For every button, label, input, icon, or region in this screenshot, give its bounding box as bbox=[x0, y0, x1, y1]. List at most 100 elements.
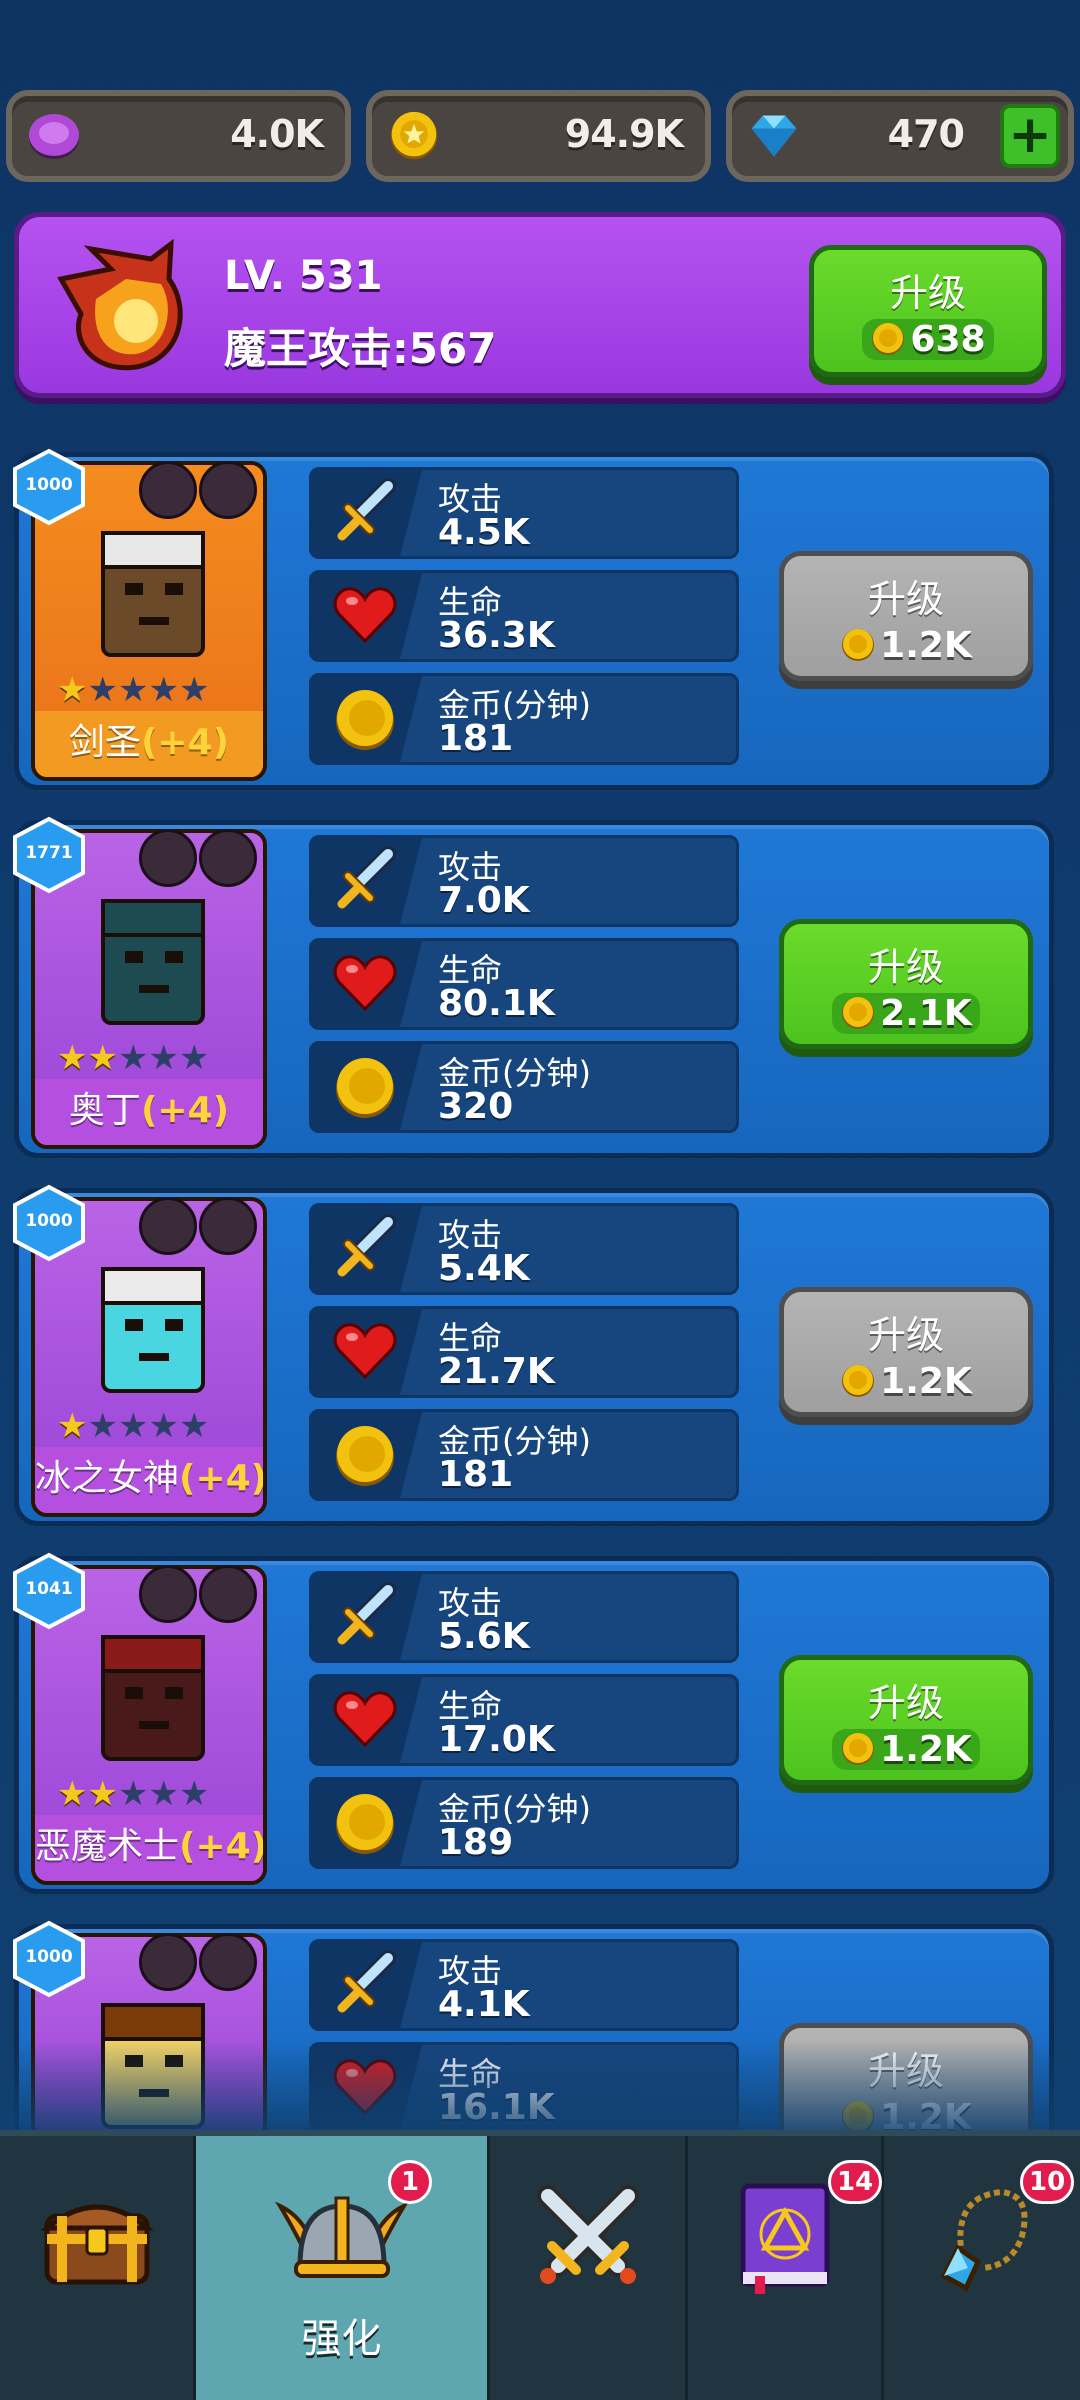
hero-upgrade-button[interactable]: 升级1.2K bbox=[779, 1287, 1033, 1417]
rank-value: 1771 bbox=[25, 843, 73, 863]
boss-upgrade-cost: 638 bbox=[910, 319, 986, 360]
star-icon: ★ bbox=[57, 670, 88, 710]
star-icon: ★ bbox=[178, 1406, 210, 1446]
hero-upgrade-button[interactable]: 升级1.2K bbox=[779, 1655, 1033, 1785]
hero-upgrade-button[interactable]: 升级1.2K bbox=[779, 551, 1033, 681]
heart-icon bbox=[333, 1691, 397, 1748]
class-icons bbox=[139, 1565, 259, 1627]
stat-attack-value: 4.1K bbox=[438, 1984, 530, 2025]
gold-counter[interactable]: 94.9K bbox=[366, 90, 711, 182]
hero-card[interactable]: ★★★★★ 奥丁(+4) 1771 攻击 7.0K 生命 80.1K 金币(分钟) 320 升级 2… bbox=[13, 816, 1054, 1158]
rank-badge: 1041 bbox=[11, 1551, 87, 1631]
star-icon: ★ bbox=[178, 670, 210, 710]
gold-coin-icon bbox=[842, 1365, 875, 1397]
hero-upgrade-cost: 1.2K bbox=[880, 625, 972, 666]
hero-name-text: 冰之女神 bbox=[35, 1458, 180, 1499]
hero-upgrade-cost: 2.1K bbox=[880, 993, 972, 1034]
star-icon: ★ bbox=[178, 1774, 210, 1814]
stat-attack: 攻击 4.1K bbox=[309, 1939, 739, 2031]
rank-badge: 1000 bbox=[11, 447, 87, 527]
stat-attack: 攻击 5.6K bbox=[309, 1571, 739, 1663]
hero-name: 恶魔术士(+4) bbox=[35, 1815, 263, 1881]
diamond-counter[interactable]: 470 + bbox=[726, 90, 1074, 182]
rank-value: 1000 bbox=[25, 1211, 73, 1231]
hero-upgrade-cost: 1.2K bbox=[880, 1729, 972, 1770]
stat-gold: 金币(分钟) 181 bbox=[309, 1409, 739, 1501]
star-icon: ★ bbox=[117, 1774, 149, 1814]
tab-battle[interactable] bbox=[490, 2136, 688, 2400]
hero-upgrade-label: 升级 bbox=[867, 577, 944, 621]
rank-value: 1000 bbox=[25, 475, 73, 495]
class-icons bbox=[139, 1933, 259, 1995]
star-icon: ★ bbox=[117, 1038, 149, 1078]
boss-upgrade-label: 升级 bbox=[889, 271, 966, 315]
viking-helmet-icon bbox=[274, 2196, 409, 2278]
class-icons bbox=[139, 829, 259, 891]
stat-hp: 生命 80.1K bbox=[309, 938, 739, 1030]
gold-coin-icon bbox=[336, 1794, 394, 1854]
tab-chest[interactable] bbox=[0, 2136, 196, 2400]
stat-hp: 生命 21.7K bbox=[309, 1306, 739, 1398]
class-icon bbox=[139, 829, 197, 887]
star-icon: ★ bbox=[57, 1038, 88, 1078]
stat-hp-value: 80.1K bbox=[438, 983, 555, 1024]
fireball-icon bbox=[57, 239, 183, 371]
gold-coin-icon bbox=[336, 1426, 394, 1486]
weapon-icon bbox=[199, 461, 257, 519]
boss-panel: LV. 531 魔王攻击:567 升级 638 bbox=[14, 212, 1066, 398]
tab-upgrade-label: 强化 bbox=[301, 2316, 382, 2362]
gold-coin-icon bbox=[842, 1733, 875, 1765]
hero-bonus: (+4) bbox=[140, 1090, 230, 1131]
rank-value: 1041 bbox=[25, 1579, 73, 1599]
diamond-value: 470 bbox=[887, 112, 965, 156]
purple-gem-icon bbox=[29, 114, 79, 159]
stat-gold-value: 320 bbox=[438, 1086, 514, 1127]
hero-bonus: (+4) bbox=[140, 722, 230, 763]
stat-attack-value: 4.5K bbox=[438, 512, 530, 553]
hero-upgrade-label: 升级 bbox=[867, 945, 944, 989]
star-rating: ★★★★★ bbox=[57, 1774, 209, 1814]
hero-bonus: (+4) bbox=[179, 1826, 267, 1867]
bottom-nav: 强化 1 14 10 bbox=[0, 2130, 1080, 2400]
boss-upgrade-button[interactable]: 升级 638 bbox=[809, 245, 1047, 377]
hero-card[interactable]: ★★★★★ 冰之女神(+4) 1000 攻击 5.4K 生命 21.7K 金币(分钟) 181 升… bbox=[13, 1184, 1054, 1526]
blue-diamond-icon bbox=[751, 115, 797, 157]
stat-attack-value: 5.6K bbox=[438, 1616, 530, 1657]
star-icon: ★ bbox=[87, 1406, 118, 1446]
stat-attack: 攻击 4.5K bbox=[309, 467, 739, 559]
star-icon: ★ bbox=[87, 1774, 118, 1814]
tab-upgrade[interactable]: 强化 1 bbox=[196, 2136, 490, 2400]
purple-gem-counter[interactable]: 4.0K bbox=[6, 90, 351, 182]
crossed-swords-icon bbox=[536, 2185, 639, 2284]
hero-name: 冰之女神(+4) bbox=[35, 1447, 263, 1513]
hero-name-text: 奥丁 bbox=[68, 1090, 141, 1131]
tab-spellbook[interactable]: 14 bbox=[688, 2136, 884, 2400]
rank-badge: 1771 bbox=[11, 815, 87, 895]
add-diamonds-button[interactable]: + bbox=[1000, 104, 1060, 168]
hero-name-text: 剑圣 bbox=[68, 722, 141, 763]
star-icon: ★ bbox=[117, 1406, 149, 1446]
hero-upgrade-button[interactable]: 升级 2.1K bbox=[779, 919, 1033, 1049]
rank-badge: 1000 bbox=[11, 1919, 87, 1999]
sword-icon bbox=[337, 1950, 396, 2013]
sword-icon bbox=[337, 1214, 396, 1277]
gold-coin-icon bbox=[390, 111, 438, 160]
stat-hp: 生命 36.3K bbox=[309, 570, 739, 662]
tab-amulet[interactable]: 10 bbox=[884, 2136, 1080, 2400]
stat-hp-value: 17.0K bbox=[438, 1719, 555, 1760]
star-icon: ★ bbox=[117, 670, 149, 710]
sword-icon bbox=[337, 478, 396, 541]
hero-card[interactable]: ★★★★★ 剑圣(+4) 1000 攻击 4.5K 生命 36.3K 金币(分钟) 181 升级 1… bbox=[13, 448, 1054, 790]
stat-hp-value: 21.7K bbox=[438, 1351, 555, 1392]
stat-hp-value: 36.3K bbox=[438, 615, 555, 656]
star-rating: ★★★★★ bbox=[57, 1038, 209, 1078]
gold-coin-icon bbox=[872, 323, 905, 355]
hero-upgrade-label: 升级 bbox=[867, 1681, 944, 1725]
gold-coin-icon bbox=[842, 997, 875, 1029]
weapon-icon bbox=[199, 1933, 257, 1991]
hero-name: 奥丁(+4) bbox=[35, 1079, 263, 1145]
hero-card[interactable]: ★★★★★ 恶魔术士(+4) 1041 攻击 5.6K 生命 17.0K 金币(分钟) 189 升… bbox=[13, 1552, 1054, 1894]
stat-attack: 攻击 7.0K bbox=[309, 835, 739, 927]
gold-coin-icon bbox=[336, 1058, 394, 1118]
star-icon: ★ bbox=[87, 670, 118, 710]
